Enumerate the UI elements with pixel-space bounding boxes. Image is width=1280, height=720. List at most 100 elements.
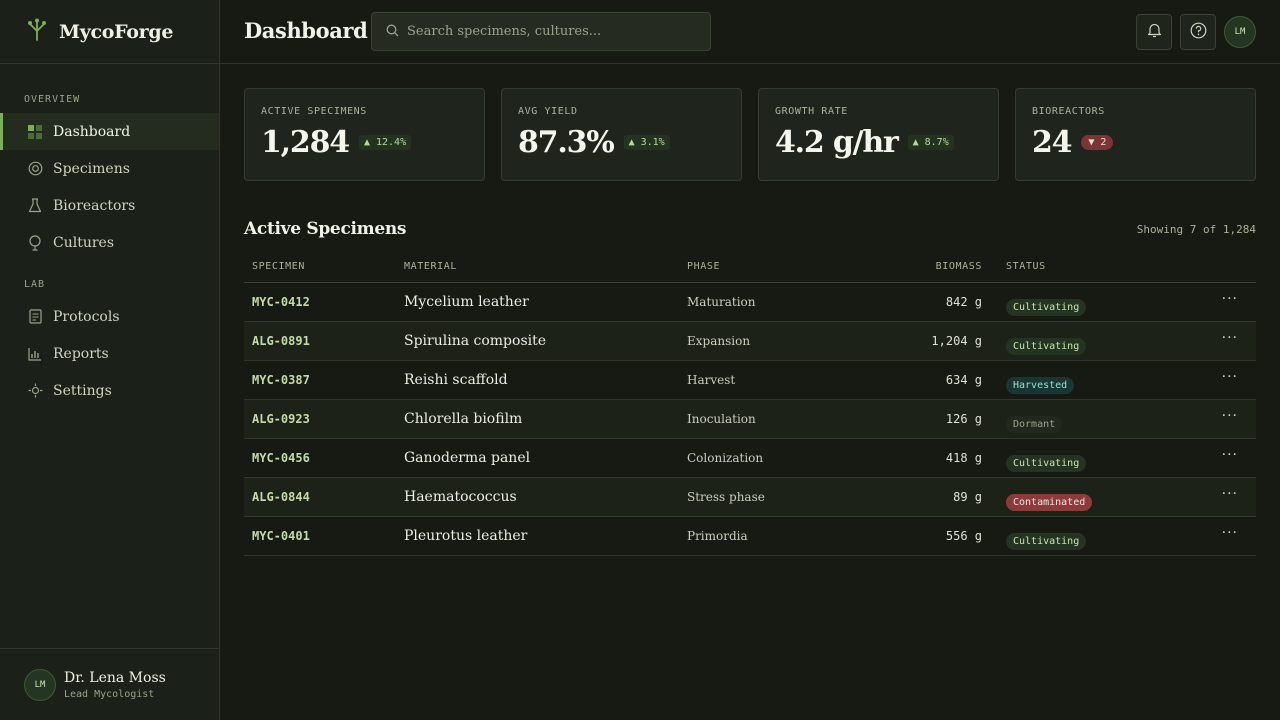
material-name: Mycelium leather <box>404 294 529 310</box>
table-row[interactable]: MYC-0401 Pleurotus leather Primordia 556 g C… <box>244 517 1256 556</box>
top-bar: Dashboard LM <box>220 0 1280 64</box>
sidebar-item-label: Cultures <box>53 234 115 251</box>
grid-icon <box>26 123 44 141</box>
brand[interactable]: MycoForge <box>0 0 219 64</box>
more-options-icon[interactable]: ··· <box>1222 525 1238 541</box>
sidebar: MycoForge OVERVIEW Dashboard Specimens B… <box>0 0 220 720</box>
user-profile[interactable]: LM Dr. Lena Moss Lead Mycologist <box>0 648 219 720</box>
status-cell: Dormant <box>1006 412 1063 433</box>
specimen-id[interactable]: MYC-0456 <box>252 451 310 465</box>
sidebar-item-bioreactors[interactable]: Bioreactors <box>0 187 219 224</box>
biomass: 842 g <box>945 295 982 309</box>
specimen-id[interactable]: ALG-0844 <box>252 490 310 504</box>
more-options-icon[interactable]: ··· <box>1222 330 1238 346</box>
status-badge: Cultivating <box>1006 455 1087 472</box>
stat-value: 1,284 <box>261 125 350 160</box>
table-row[interactable]: MYC-0387 Reishi scaffold Harvest 634 g Harve… <box>244 361 1256 400</box>
sidebar-item-label: Specimens <box>53 160 130 177</box>
status-cell: Cultivating <box>1006 295 1087 316</box>
user-name: Dr. Lena Moss <box>64 669 166 686</box>
stat-label: AVG YIELD <box>518 106 578 117</box>
search-input[interactable] <box>407 24 697 39</box>
column-header-specimen[interactable]: SPECIMEN <box>252 261 305 272</box>
status-cell: Cultivating <box>1006 529 1087 550</box>
status-badge: Cultivating <box>1006 533 1087 550</box>
table-header: SPECIMEN MATERIAL PHASE BIOMASS STATUS <box>244 252 1256 283</box>
status-badge: Cultivating <box>1006 338 1087 355</box>
biomass: 89 g <box>953 490 982 504</box>
search-box[interactable] <box>371 12 711 51</box>
specimen-id[interactable]: MYC-0401 <box>252 529 310 543</box>
gear-icon <box>26 382 44 400</box>
stat-value: 87.3% <box>518 125 615 160</box>
stat-card-bioreactors: BIOREACTORS 24 ▼ 2 <box>1015 88 1256 181</box>
specimen-id[interactable]: ALG-0923 <box>252 412 310 426</box>
status-cell: Cultivating <box>1006 334 1087 355</box>
biomass: 126 g <box>945 412 982 426</box>
status-badge: Contaminated <box>1006 494 1093 511</box>
nav-section-lab: LAB <box>24 279 46 290</box>
specimen-id[interactable]: MYC-0387 <box>252 373 310 387</box>
status-badge: Dormant <box>1006 416 1063 433</box>
sidebar-item-protocols[interactable]: Protocols <box>0 298 219 335</box>
page-title: Dashboard <box>244 18 368 43</box>
sidebar-item-specimens[interactable]: Specimens <box>0 150 219 187</box>
stat-card-avg-yield: AVG YIELD 87.3% ▲ 3.1% <box>501 88 742 181</box>
flask-icon <box>26 197 44 215</box>
sidebar-item-dashboard[interactable]: Dashboard <box>0 113 219 150</box>
sidebar-item-cultures[interactable]: Cultures <box>0 224 219 261</box>
status-cell: Cultivating <box>1006 451 1087 472</box>
header-avatar[interactable]: LM <box>1224 16 1256 48</box>
biomass: 1,204 g <box>931 334 982 348</box>
target-icon <box>26 160 44 178</box>
more-options-icon[interactable]: ··· <box>1222 291 1238 307</box>
bell-icon <box>1147 22 1162 42</box>
table-row[interactable]: MYC-0412 Mycelium leather Maturation 842 g C… <box>244 283 1256 322</box>
stat-delta-badge: ▼ 2 <box>1081 135 1114 150</box>
column-header-status[interactable]: STATUS <box>1006 261 1046 272</box>
phase: Expansion <box>687 334 751 348</box>
stat-label: GROWTH RATE <box>775 106 848 117</box>
sidebar-item-label: Reports <box>53 345 109 362</box>
stat-delta-badge: ▲ 3.1% <box>623 135 670 150</box>
user-role: Lead Mycologist <box>64 688 155 700</box>
phase: Harvest <box>687 373 736 387</box>
phase: Stress phase <box>687 490 765 504</box>
material-name: Chlorella biofilm <box>404 411 523 427</box>
phase: Colonization <box>687 451 764 465</box>
more-options-icon[interactable]: ··· <box>1222 408 1238 424</box>
material-name: Reishi scaffold <box>404 372 508 388</box>
sidebar-item-label: Dashboard <box>53 123 131 140</box>
table-row[interactable]: ALG-0891 Spirulina composite Expansion 1,20… <box>244 322 1256 361</box>
more-options-icon[interactable]: ··· <box>1222 447 1238 463</box>
sidebar-item-label: Settings <box>53 382 112 399</box>
more-options-icon[interactable]: ··· <box>1222 369 1238 385</box>
more-options-icon[interactable]: ··· <box>1222 486 1238 502</box>
phase: Primordia <box>687 529 748 543</box>
mycelium-logo-icon <box>26 18 48 46</box>
table-row[interactable]: ALG-0844 Haematococcus Stress phase 89 g Con… <box>244 478 1256 517</box>
stat-value: 4.2 g/hr <box>775 125 899 160</box>
material-name: Haematococcus <box>404 489 517 505</box>
sidebar-item-settings[interactable]: Settings <box>0 372 219 409</box>
column-header-material[interactable]: MATERIAL <box>404 261 457 272</box>
material-name: Ganoderma panel <box>404 450 531 466</box>
status-cell: Contaminated <box>1006 490 1093 511</box>
showing-count: Showing 7 of 1,284 <box>1136 223 1256 236</box>
table-row[interactable]: ALG-0923 Chlorella biofilm Inoculation 126 … <box>244 400 1256 439</box>
nav-section-overview: OVERVIEW <box>24 94 81 105</box>
avatar: LM <box>24 668 56 701</box>
sidebar-item-label: Bioreactors <box>53 197 136 214</box>
sidebar-item-reports[interactable]: Reports <box>0 335 219 372</box>
specimen-id[interactable]: ALG-0891 <box>252 334 310 348</box>
specimen-id[interactable]: MYC-0412 <box>252 295 310 309</box>
stat-delta-badge: ▲ 8.7% <box>907 135 954 150</box>
search-icon <box>386 22 399 41</box>
notifications-button[interactable] <box>1136 14 1172 50</box>
stat-card-active-specimens: ACTIVE SPECIMENS 1,284 ▲ 12.4% <box>244 88 485 181</box>
help-button[interactable] <box>1180 14 1216 50</box>
status-cell: Harvested <box>1006 373 1075 394</box>
column-header-phase[interactable]: PHASE <box>687 261 720 272</box>
table-row[interactable]: MYC-0456 Ganoderma panel Colonization 418 g… <box>244 439 1256 478</box>
column-header-biomass[interactable]: BIOMASS <box>936 261 982 272</box>
